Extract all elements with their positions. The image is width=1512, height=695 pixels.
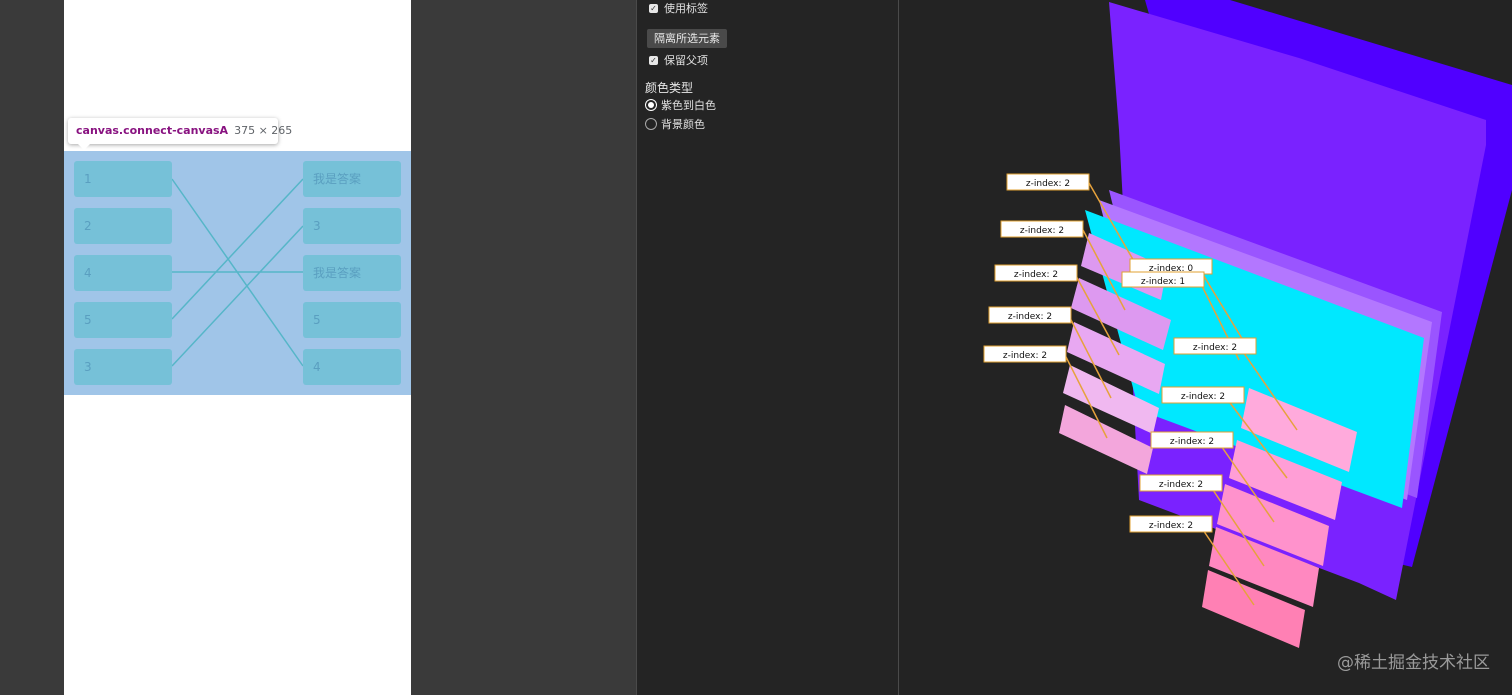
tooltip-element-size: 375 × 265	[234, 124, 293, 137]
z-index-label: z-index: 2	[1020, 226, 1064, 236]
color-option-purple-white[interactable]: 紫色到白色	[645, 97, 716, 113]
right-item[interactable]: 我是答案	[303, 255, 401, 291]
left-item[interactable]: 3	[74, 349, 172, 385]
left-item[interactable]: 4	[74, 255, 172, 291]
tooltip-element-name: canvas.connect-canvasA	[76, 124, 229, 137]
checkbox-checked-icon[interactable]: ✓	[649, 3, 658, 13]
z-index-label: z-index: 2	[1193, 343, 1237, 353]
z-index-label: z-index: 2	[1149, 521, 1193, 531]
z-index-label: z-index: 2	[1181, 392, 1225, 402]
use-labels-option[interactable]: ✓ 使用标签	[649, 0, 708, 16]
radio-unselected-icon[interactable]	[645, 118, 657, 130]
z-index-label: z-index: 2	[1008, 312, 1052, 322]
left-item[interactable]: 2	[74, 208, 172, 244]
z-index-label: z-index: 2	[1159, 480, 1203, 490]
color-option-background[interactable]: 背景颜色	[645, 116, 705, 132]
middle-gutter	[411, 0, 636, 695]
z-index-label: z-index: 2	[1026, 179, 1070, 189]
right-item[interactable]: 5	[303, 302, 401, 338]
keep-parents-label: 保留父项	[664, 54, 708, 67]
use-labels-label: 使用标签	[664, 2, 708, 15]
device-viewport[interactable]: 1 2 4 5 3 我是答案 3 我是答案 5 4	[64, 0, 411, 695]
color-option-label: 背景颜色	[661, 118, 705, 131]
color-type-title: 颜色类型	[645, 81, 694, 95]
radio-selected-icon[interactable]	[645, 99, 657, 111]
element-tooltip: canvas.connect-canvasA 375 × 265	[68, 118, 292, 150]
left-item[interactable]: 5	[74, 302, 172, 338]
layers-3d-scene[interactable]: z-index: 2 z-index: 2 z-index: 2 z-index…	[899, 0, 1512, 695]
z-index-label: z-index: 2	[1170, 437, 1214, 447]
right-item[interactable]: 3	[303, 208, 401, 244]
z-index-label: z-index: 2	[1003, 351, 1047, 361]
color-option-label: 紫色到白色	[661, 99, 716, 112]
layers-settings-panel: ✓ 使用标签 隔离所选元素 ✓ 保留父项 颜色类型 紫色到白色 背景颜色	[636, 0, 899, 695]
connect-canvas[interactable]: 1 2 4 5 3 我是答案 3 我是答案 5 4	[64, 151, 411, 395]
left-gutter	[0, 0, 64, 695]
watermark: @稀土掘金技术社区	[1337, 653, 1490, 673]
z-index-label: z-index: 2	[1014, 270, 1058, 280]
right-item[interactable]: 4	[303, 349, 401, 385]
checkbox-checked-icon[interactable]: ✓	[649, 55, 658, 65]
left-item[interactable]: 1	[74, 161, 172, 197]
layers-3d-view[interactable]: z-index: 2 z-index: 2 z-index: 2 z-index…	[899, 0, 1512, 695]
isolate-selected-button[interactable]: 隔离所选元素	[647, 29, 727, 48]
right-item[interactable]: 我是答案	[303, 161, 401, 197]
z-index-label: z-index: 1	[1141, 277, 1185, 287]
keep-parents-option[interactable]: ✓ 保留父项	[649, 52, 708, 68]
